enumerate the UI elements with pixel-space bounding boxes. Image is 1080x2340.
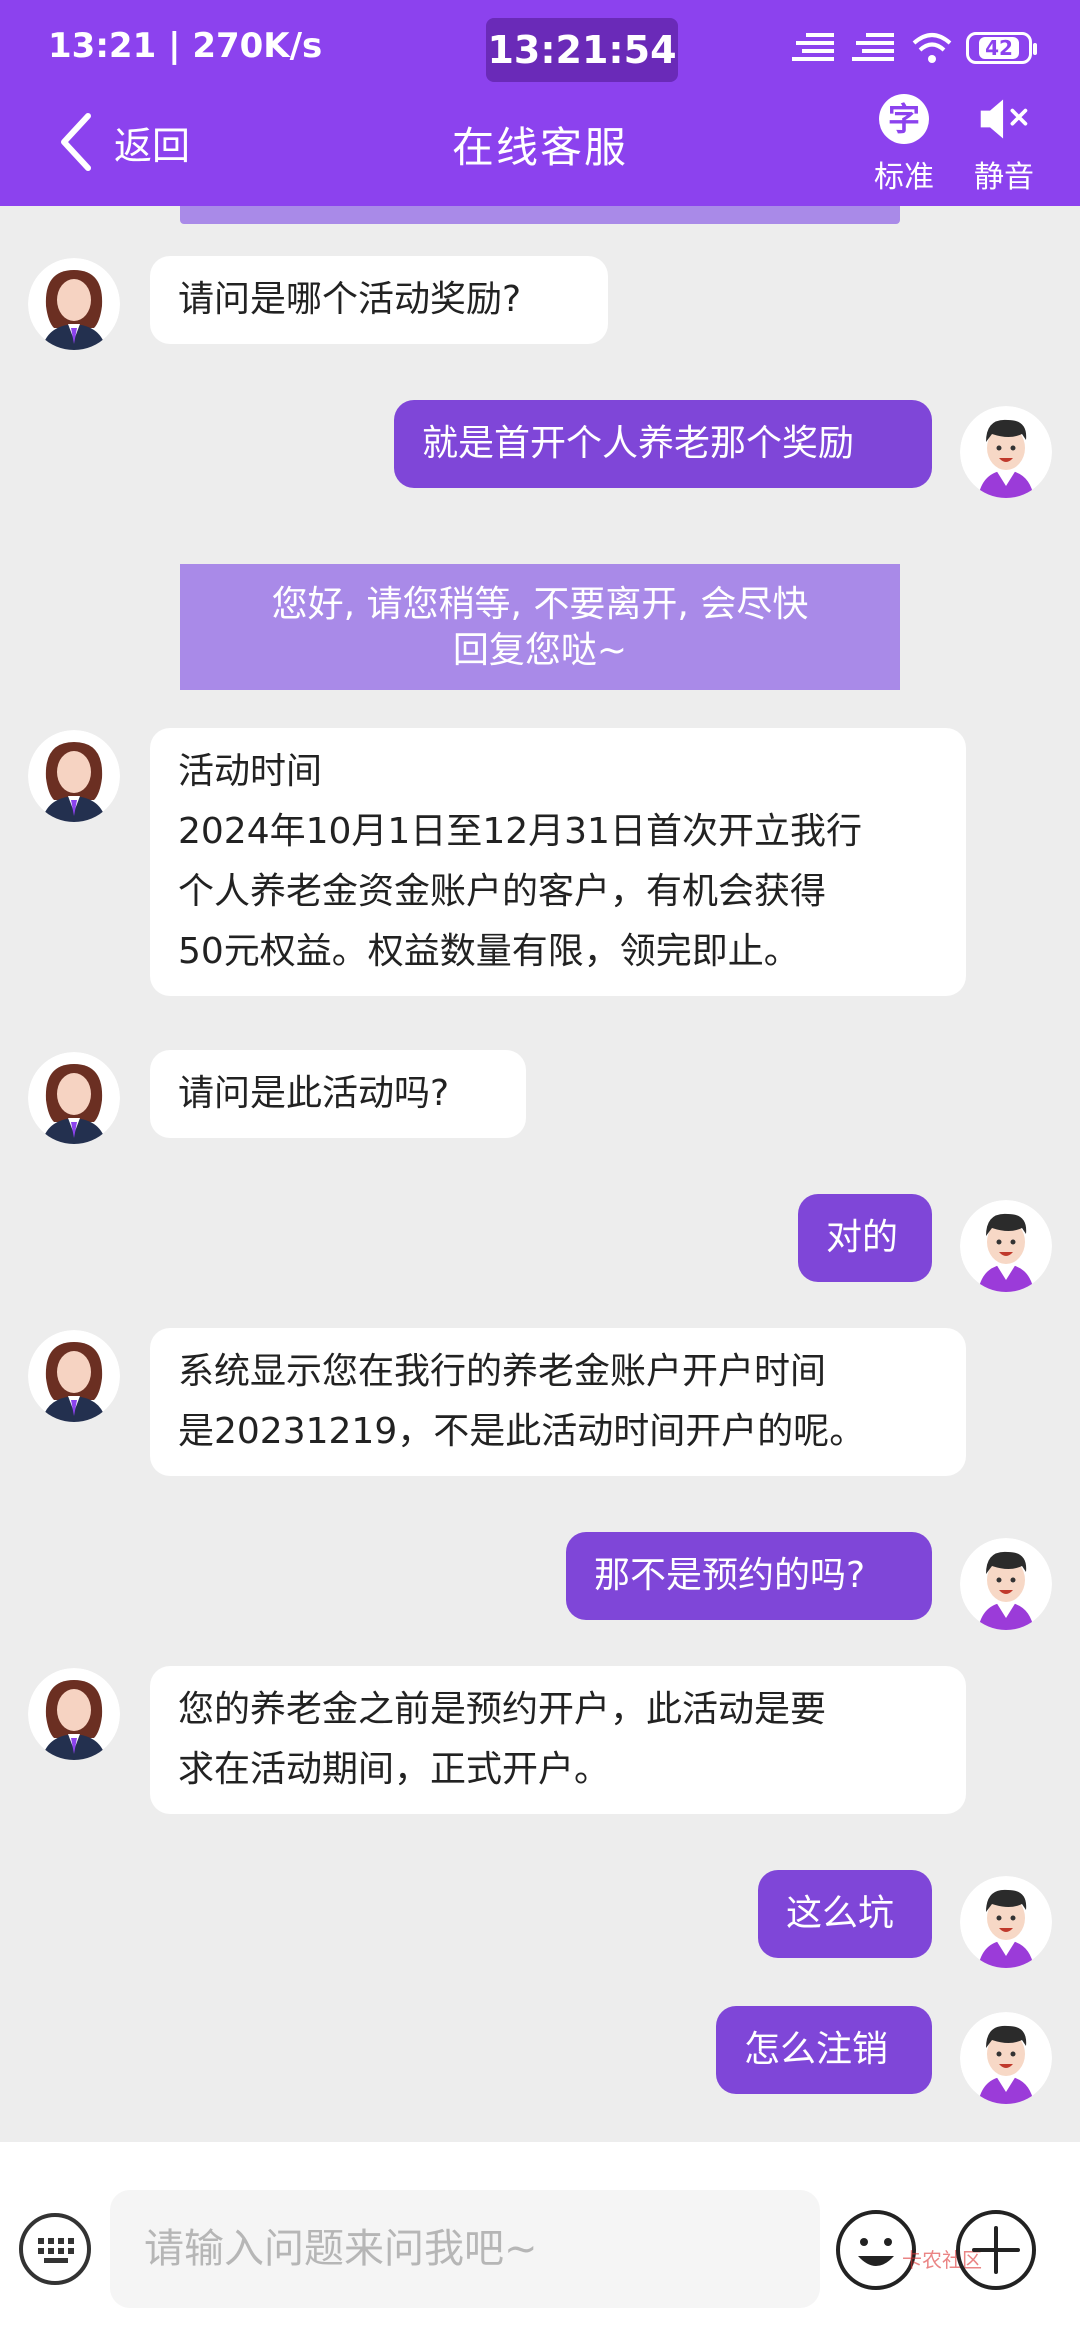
user-message: 这么坑 [758, 1870, 932, 1958]
user-avatar [960, 2012, 1052, 2104]
user-message: 那不是预约的吗? [566, 1532, 932, 1620]
user-message: 怎么注销 [716, 2006, 932, 2094]
agent-avatar [28, 1668, 120, 1760]
system-notice: 您好, 请您稍等, 不要离开, 会尽快 回复您哒~ [180, 564, 900, 690]
font-size-icon: 字 [879, 94, 929, 144]
mute-label: 静音 [974, 160, 1034, 195]
message-text: 对的 [826, 1217, 899, 1258]
message-text: 就是首开个人养老那个奖励 [422, 423, 855, 464]
user-avatar-icon [960, 1200, 1052, 1292]
message-text: 是20231219，不是此活动时间开户的呢。 [178, 1411, 866, 1452]
chat-area[interactable]: 请问是哪个活动奖励? 就是首开个人养老那个奖励 您好, 请您稍等, 不要离开, … [0, 206, 1080, 2142]
user-avatar [960, 1538, 1052, 1630]
font-size-label: 标准 [874, 160, 934, 195]
agent-message: 系统显示您在我行的养老金账户开户时间 是20231219，不是此活动时间开户的呢… [150, 1328, 966, 1476]
user-avatar-icon [960, 406, 1052, 498]
message-text: 这么坑 [786, 1893, 895, 1934]
message-text: 请问是哪个活动奖励? [178, 279, 522, 320]
top-bar: 13:21 | 270K/s 13:21:54 42 返回 在线客服 字 标准 [0, 0, 1080, 206]
message-text: 系统显示您在我行的养老金账户开户时间 [178, 1351, 827, 1392]
wifi-icon [912, 33, 952, 63]
user-message: 就是首开个人养老那个奖励 [394, 400, 932, 488]
user-avatar [960, 406, 1052, 498]
message-text: 那不是预约的吗? [594, 1555, 866, 1596]
user-avatar-icon [960, 1876, 1052, 1968]
speaker-mute-icon [980, 99, 1028, 139]
system-note-fragment [180, 206, 900, 224]
notice-text: 您好, 请您稍等, 不要离开, 会尽快 [271, 584, 809, 625]
keyboard-icon[interactable] [18, 2212, 92, 2286]
plus-icon[interactable] [954, 2208, 1038, 2292]
message-text: 怎么注销 [744, 2029, 889, 2070]
agent-message: 您的养老金之前是预约开户，此活动是要 求在活动期间，正式开户。 [150, 1666, 966, 1814]
agent-avatar [28, 1330, 120, 1422]
message-text: 50元权益。权益数量有限，领完即止。 [178, 931, 800, 972]
status-time-speed: 13:21 | 270K/s [48, 26, 323, 66]
signal-icon [792, 33, 834, 61]
message-text: 求在活动期间，正式开户。 [178, 1749, 611, 1790]
font-size-button[interactable]: 字 标准 [864, 92, 944, 196]
input-bar: 卡农社区 [0, 2142, 1080, 2340]
message-text: 您的养老金之前是预约开户，此活动是要 [178, 1689, 827, 1730]
message-text: 个人养老金资金账户的客户，有机会获得 [178, 871, 827, 912]
agent-avatar-icon [28, 258, 120, 350]
agent-avatar-icon [28, 730, 120, 822]
user-avatar [960, 1200, 1052, 1292]
agent-message: 请问是哪个活动奖励? [150, 256, 608, 344]
signal-icon-2 [852, 33, 894, 61]
agent-message: 活动时间 2024年10月1日至12月31日首次开立我行 个人养老金资金账户的客… [150, 728, 966, 996]
message-input[interactable] [110, 2190, 820, 2308]
user-avatar-icon [960, 2012, 1052, 2104]
agent-message: 请问是此活动吗? [150, 1050, 526, 1138]
battery-icon: 42 [966, 32, 1037, 64]
user-message: 对的 [798, 1194, 932, 1282]
message-text: 2024年10月1日至12月31日首次开立我行 [178, 811, 862, 852]
status-icons: 42 [792, 28, 1037, 68]
battery-level: 42 [979, 37, 1019, 59]
agent-avatar-icon [28, 1668, 120, 1760]
agent-avatar [28, 1052, 120, 1144]
agent-avatar [28, 258, 120, 350]
mute-button[interactable]: 静音 [964, 92, 1044, 196]
notice-text: 回复您哒~ [452, 630, 628, 671]
user-avatar-icon [960, 1538, 1052, 1630]
message-text: 活动时间 [178, 751, 323, 792]
status-clock: 13:21:54 [486, 18, 678, 82]
agent-avatar-icon [28, 1052, 120, 1144]
user-avatar [960, 1876, 1052, 1968]
agent-avatar [28, 730, 120, 822]
message-text: 请问是此活动吗? [178, 1073, 450, 1114]
agent-avatar-icon [28, 1330, 120, 1422]
